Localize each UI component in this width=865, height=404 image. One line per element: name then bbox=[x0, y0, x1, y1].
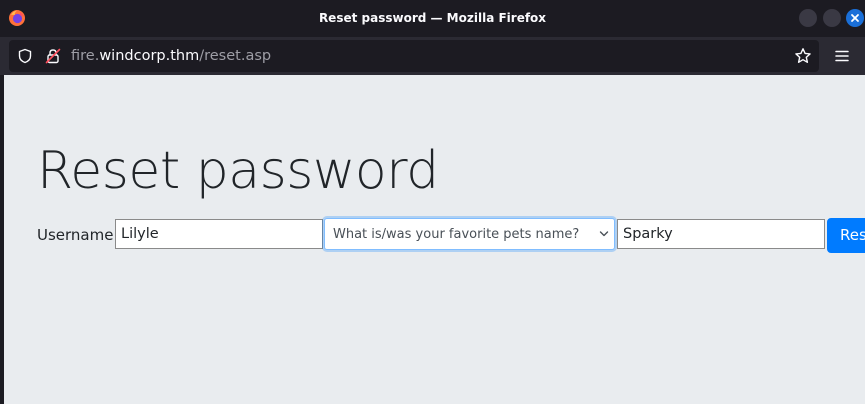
url-path: /reset.asp bbox=[199, 48, 272, 64]
minimize-button[interactable] bbox=[799, 9, 817, 27]
star-icon[interactable] bbox=[794, 47, 812, 65]
reset-button[interactable]: Reset bbox=[827, 218, 865, 253]
security-answer-input[interactable] bbox=[617, 219, 825, 249]
page-content: Reset password Username: What is/was you… bbox=[4, 75, 865, 404]
close-button[interactable] bbox=[846, 9, 864, 27]
hamburger-menu-icon[interactable] bbox=[834, 48, 850, 64]
chevron-down-icon bbox=[599, 231, 609, 237]
username-label: Username: bbox=[37, 226, 119, 244]
url-subdomain: fire. bbox=[71, 48, 100, 64]
shield-icon[interactable] bbox=[17, 48, 33, 64]
security-question-select[interactable]: What is/was your favorite pets name? bbox=[324, 218, 615, 250]
security-question-selected: What is/was your favorite pets name? bbox=[333, 227, 580, 242]
username-input[interactable] bbox=[115, 219, 323, 249]
url-domain: windcorp.thm bbox=[99, 48, 200, 64]
title-bar: Reset password — Mozilla Firefox bbox=[0, 0, 865, 37]
close-icon bbox=[851, 14, 859, 22]
lock-icon[interactable] bbox=[45, 48, 61, 64]
url-text[interactable]: fire.windcorp.thm/reset.asp bbox=[71, 47, 271, 65]
maximize-button[interactable] bbox=[823, 9, 841, 27]
window-title: Reset password — Mozilla Firefox bbox=[318, 11, 547, 25]
navigation-toolbar: fire.windcorp.thm/reset.asp bbox=[0, 37, 865, 75]
browser-window: Reset password — Mozilla Firefox fire.wi… bbox=[0, 0, 865, 404]
address-bar[interactable]: fire.windcorp.thm/reset.asp bbox=[9, 40, 819, 72]
page-title: Reset password bbox=[37, 141, 439, 201]
